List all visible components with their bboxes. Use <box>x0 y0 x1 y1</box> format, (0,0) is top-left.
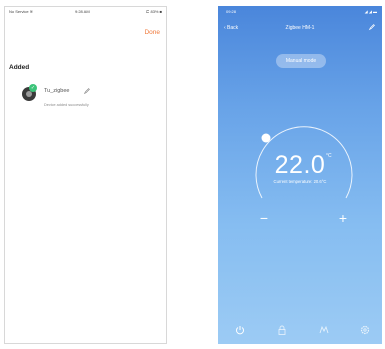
status-time: 9:28 AM <box>75 9 90 14</box>
power-icon[interactable] <box>234 324 246 336</box>
device-name: Tu_zigbee <box>44 88 70 94</box>
mode-icon[interactable] <box>318 324 330 336</box>
dial-handle <box>261 133 271 143</box>
done-button[interactable]: Done <box>144 29 160 36</box>
carrier-label: No Service ≋ <box>9 9 34 14</box>
device-status-text: Device added successfully <box>44 103 89 107</box>
added-device-item[interactable]: ✓ Tu_zigbee Device added successfully <box>22 84 152 117</box>
battery-indicator: ⊏ 83% ■ <box>146 9 162 14</box>
status-bar: 09:28 ◢ ◢ ▬ <box>218 6 382 16</box>
thermostat-screen: 09:28 ◢ ◢ ▬ ‹ Back Zigbee HM-1 Manual mo… <box>218 6 382 344</box>
check-icon: ✓ <box>29 84 37 92</box>
signal-battery-indicator: ◢ ◢ ▬ <box>364 9 377 14</box>
screenshot-canvas: No Service ≋ 9:28 AM ⊏ 83% ■ Done Added … <box>0 0 385 349</box>
added-heading: Added <box>9 64 30 71</box>
pencil-icon[interactable] <box>83 87 91 95</box>
increase-temperature-button[interactable]: + <box>335 210 351 226</box>
bottom-tab-bar <box>218 316 382 344</box>
lock-icon[interactable] <box>276 324 288 336</box>
edit-icon[interactable] <box>368 23 376 31</box>
setpoint-temperature: 22.0 <box>274 151 326 179</box>
mode-button[interactable]: Manual mode <box>276 54 326 68</box>
decrease-temperature-button[interactable]: − <box>256 210 272 226</box>
device-added-screen: No Service ≋ 9:28 AM ⊏ 83% ■ Done Added … <box>4 6 167 344</box>
temperature-unit: °C <box>326 153 332 159</box>
settings-icon[interactable] <box>359 324 371 336</box>
status-time: 09:28 <box>226 9 237 14</box>
status-bar: No Service ≋ 9:28 AM ⊏ 83% ■ <box>5 7 166 17</box>
current-temperature-label: Current temperature: 20.6°C <box>273 179 327 184</box>
nav-bar: ‹ Back Zigbee HM-1 <box>218 22 382 36</box>
device-title: Zigbee HM-1 <box>285 25 315 31</box>
